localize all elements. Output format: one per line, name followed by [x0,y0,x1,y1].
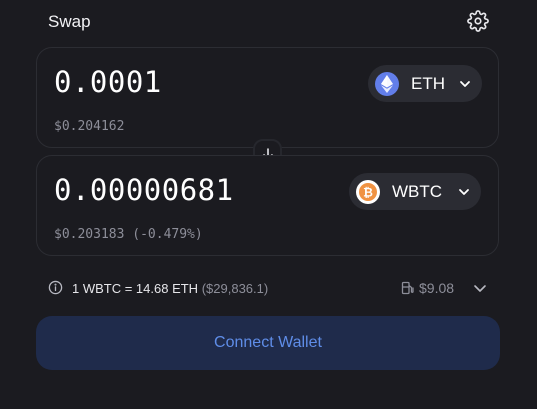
chevron-down-icon [459,188,469,195]
rate-usd-value: ($29,836.1) [201,281,269,296]
input-panel: $0.204162 ETH [36,47,499,148]
output-token-symbol: WBTC [392,181,443,201]
gear-icon[interactable] [467,10,489,32]
chevron-down-icon[interactable] [472,280,488,296]
input-fiat-value: $0.204162 [54,119,125,134]
info-icon [48,280,63,295]
svg-text:₿: ₿ [363,185,373,199]
btc-icon: ₿ [356,179,380,204]
exchange-rate: 1 WBTC = 14.68 ETH ($29,836.1) [72,281,268,296]
network-fee: $9.08 [419,280,455,296]
page-title: Swap [48,12,91,31]
chevron-down-icon [460,80,470,87]
output-panel: $0.203183 (-0.479%) ₿ WBTC [36,155,499,256]
input-token-selector[interactable]: ETH [368,65,482,102]
rate-row[interactable]: 1 WBTC = 14.68 ETH ($29,836.1) $9.08 [48,277,494,299]
eth-icon [375,71,399,96]
connect-wallet-button[interactable]: Connect Wallet [36,316,500,370]
rate-value: 1 WBTC = 14.68 ETH [72,281,199,296]
swap-header: Swap [0,0,537,44]
gas-pump-icon [401,281,414,295]
output-token-selector[interactable]: ₿ WBTC [349,173,481,210]
output-fiat-value: $0.203183 (-0.479%) [54,227,203,242]
input-amount-field[interactable] [54,65,334,99]
input-token-symbol: ETH [411,73,445,93]
output-amount-field[interactable] [54,173,334,207]
